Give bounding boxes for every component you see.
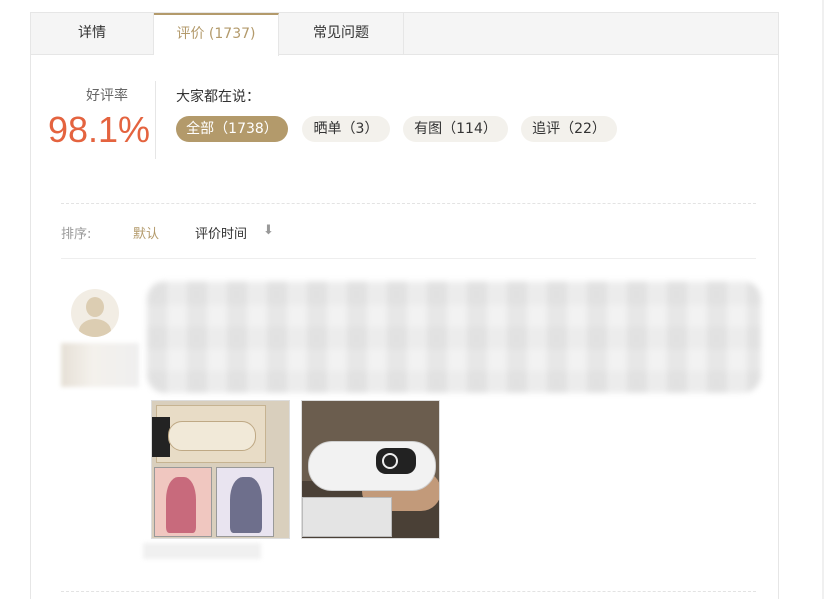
right-edge-divider <box>822 0 824 599</box>
photo-card-figure-left <box>166 477 196 533</box>
review-panel: 详情 评价 (1737) 常见问题 好评率 98.1% 大家都在说： 全部（17… <box>30 12 779 599</box>
photo-device <box>308 441 436 491</box>
arrow-down-icon[interactable]: ⬇ <box>263 223 274 238</box>
review-divider <box>61 591 756 592</box>
review-photo-1[interactable] <box>151 400 290 539</box>
sort-default-option[interactable]: 默认 <box>133 223 159 242</box>
photo-device <box>168 421 256 451</box>
tags-title: 大家都在说： <box>176 89 260 105</box>
section-divider <box>61 203 756 204</box>
photo-tray <box>302 497 392 537</box>
tab-details[interactable]: 详情 <box>31 13 154 55</box>
tag-show-order[interactable]: 晒单（3） <box>302 116 390 142</box>
blurred-username <box>61 343 139 387</box>
photo-device-ring <box>382 453 398 469</box>
photo-card-figure-right <box>230 477 262 533</box>
tag-follow-up[interactable]: 追评（22） <box>521 116 617 142</box>
sort-divider <box>61 258 756 259</box>
blurred-review-text <box>147 281 761 393</box>
rate-divider <box>155 81 156 159</box>
user-avatar <box>71 289 119 337</box>
avatar-body-shape <box>79 319 111 337</box>
review-photo-2[interactable] <box>301 400 440 539</box>
sort-by-time-option[interactable]: 评价时间 <box>195 223 247 242</box>
tab-faq[interactable]: 常见问题 <box>279 13 404 55</box>
sort-label: 排序: <box>61 227 92 242</box>
positive-rate-value: 98.1% <box>47 109 151 150</box>
positive-rate-label: 好评率 <box>86 88 128 104</box>
tab-reviews[interactable]: 评价 (1737) <box>154 13 279 56</box>
tab-bar: 详情 评价 (1737) 常见问题 <box>31 13 778 56</box>
tag-all[interactable]: 全部（1738） <box>176 116 288 142</box>
tag-with-images[interactable]: 有图（114） <box>403 116 508 142</box>
avatar-head-shape <box>86 297 104 317</box>
blurred-review-meta <box>143 543 261 559</box>
